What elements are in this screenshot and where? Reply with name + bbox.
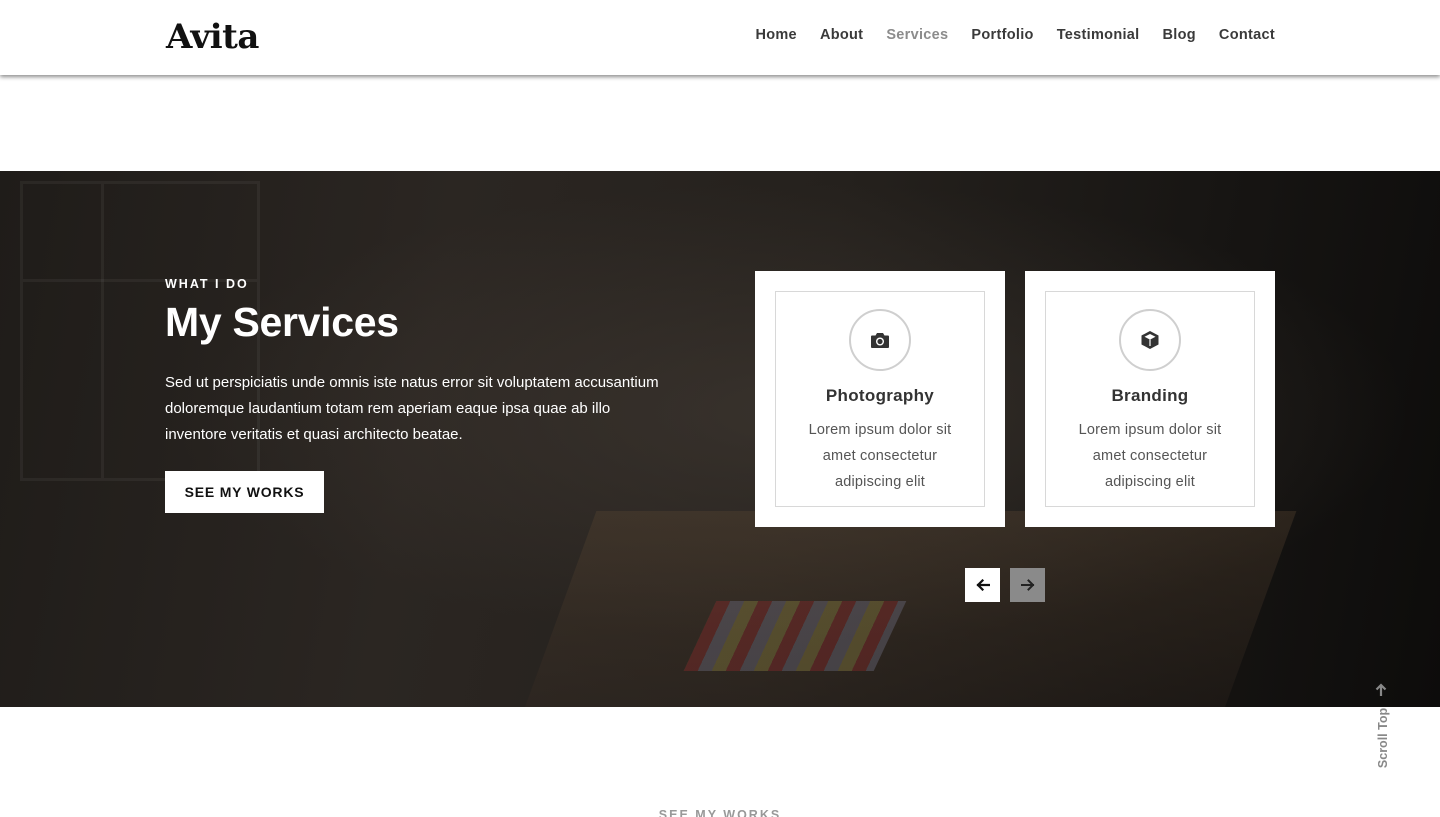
arrow-left-icon — [975, 579, 990, 591]
main-nav: Home About Services Portfolio Testimonia… — [732, 27, 1275, 43]
service-description: Lorem ipsum dolor sit amet consectetur a… — [808, 422, 952, 490]
carousel-prev-button[interactable] — [965, 568, 1000, 602]
site-header: Avita Home About Services Portfolio Test… — [0, 0, 1440, 75]
site-logo[interactable]: Avita — [166, 17, 259, 57]
nav-about[interactable]: About — [820, 27, 863, 43]
background-books — [683, 601, 907, 671]
see-my-works-button[interactable]: SEE MY WORKS — [165, 471, 324, 513]
service-card-branding[interactable]: Branding Lorem ipsum dolor sit amet cons… — [1025, 271, 1275, 527]
nav-services[interactable]: Services — [886, 27, 948, 43]
carousel-next-button[interactable] — [1010, 568, 1045, 602]
section-subtitle: WHAT I DO — [165, 277, 249, 291]
services-section: WHAT I DO My Services Sed ut perspiciati… — [0, 171, 1440, 707]
service-title: Photography — [825, 386, 935, 405]
nav-testimonial[interactable]: Testimonial — [1057, 27, 1140, 43]
scroll-top-label: Scroll Top — [1376, 707, 1390, 769]
service-description: Lorem ipsum dolor sit amet consectetur a… — [1078, 422, 1222, 490]
service-card-photography[interactable]: Photography Lorem ipsum dolor sit amet c… — [755, 271, 1005, 527]
camera-icon — [849, 309, 911, 371]
nav-home[interactable]: Home — [755, 27, 797, 43]
section-description: Sed ut perspiciatis unde omnis iste natu… — [165, 374, 659, 443]
nav-blog[interactable]: Blog — [1163, 27, 1196, 43]
section-title: My Services — [165, 299, 399, 345]
service-title: Branding — [1111, 386, 1189, 405]
arrow-right-icon — [1020, 579, 1034, 591]
scroll-top-button[interactable]: Scroll Top — [1370, 683, 1394, 783]
service-card-inner: Branding Lorem ipsum dolor sit amet cons… — [1045, 291, 1255, 507]
nav-portfolio[interactable]: Portfolio — [971, 27, 1033, 43]
portfolio-subtitle: SEE MY WORKS — [658, 808, 782, 817]
nav-contact[interactable]: Contact — [1219, 27, 1275, 43]
service-card-inner: Photography Lorem ipsum dolor sit amet c… — [775, 291, 985, 507]
cube-icon — [1119, 309, 1181, 371]
background-table — [523, 511, 1297, 707]
